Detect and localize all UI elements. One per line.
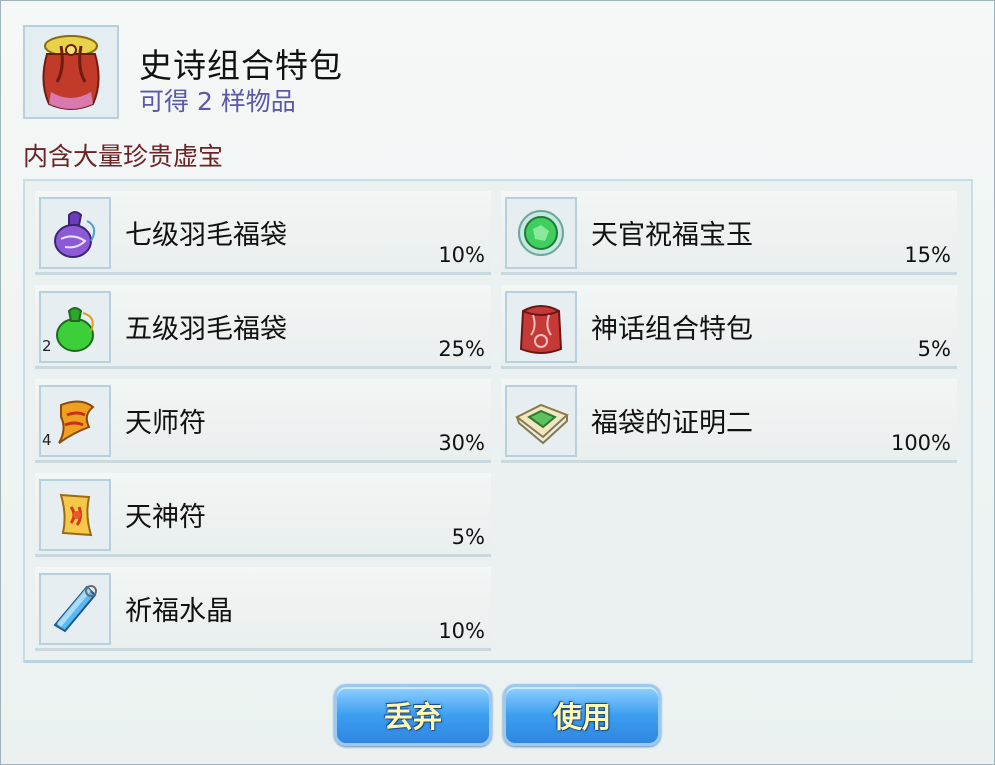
- item-icon-frame: [505, 197, 577, 269]
- item-chance: 30%: [438, 431, 485, 455]
- item-name: 福袋的证明二: [591, 408, 753, 439]
- green-pouch-icon: [56, 307, 94, 352]
- red-gold-sack-icon: [42, 35, 100, 110]
- item-name: 祈福水晶: [125, 596, 233, 627]
- package-subtitle: 可得 2 样物品: [139, 87, 296, 116]
- list-item[interactable]: 4 天师符 30%: [35, 379, 491, 463]
- item-name: 天神符: [125, 502, 206, 533]
- contents-panel: 七级羽毛福袋 10% 天官祝福宝玉 15% 2 五级羽毛福袋 25% 神话组合特…: [23, 179, 973, 663]
- red-sack-icon: [519, 305, 563, 354]
- list-item[interactable]: 福袋的证明二 100%: [501, 379, 957, 463]
- list-item[interactable]: 祈福水晶 10%: [35, 567, 491, 651]
- green-certificate-icon: [515, 403, 569, 445]
- package-description: 内含大量珍贵虚宝: [23, 142, 224, 171]
- item-name: 神话组合特包: [591, 314, 753, 345]
- use-button[interactable]: 使用: [503, 684, 661, 746]
- item-icon-frame: [505, 291, 577, 363]
- item-chance: 5%: [451, 525, 485, 549]
- list-item[interactable]: 神话组合特包 5%: [501, 285, 957, 369]
- list-item[interactable]: 2 五级羽毛福袋 25%: [35, 285, 491, 369]
- package-icon-frame: [23, 25, 119, 119]
- item-quantity: 4: [42, 431, 52, 449]
- list-item[interactable]: 七级羽毛福袋 10%: [35, 191, 491, 275]
- item-chance: 25%: [438, 337, 485, 361]
- item-icon-frame: [39, 573, 111, 645]
- item-icon-frame: [39, 197, 111, 269]
- item-chance: 10%: [438, 619, 485, 643]
- discard-button[interactable]: 丢弃: [334, 684, 492, 746]
- package-title: 史诗组合特包: [139, 46, 343, 85]
- item-chance: 100%: [890, 431, 951, 455]
- item-icon-frame: [39, 479, 111, 551]
- item-name: 五级羽毛福袋: [125, 314, 287, 345]
- purple-pouch-icon: [54, 211, 96, 258]
- item-chance: 5%: [917, 337, 951, 361]
- item-chance: 15%: [904, 243, 951, 267]
- red-scroll-icon: [59, 493, 93, 537]
- item-name: 天师符: [125, 408, 206, 439]
- orange-talisman-icon: [58, 400, 95, 444]
- list-item[interactable]: 天官祝福宝玉 15%: [501, 191, 957, 275]
- green-jade-orb-icon: [518, 210, 564, 256]
- item-chance: 10%: [438, 243, 485, 267]
- list-item[interactable]: 天神符 5%: [35, 473, 491, 557]
- item-icon-frame: [505, 385, 577, 457]
- item-quantity: 2: [42, 337, 52, 355]
- item-window: 史诗组合特包 可得 2 样物品 内含大量珍贵虚宝 七级羽毛福袋 10% 天官祝福…: [0, 0, 995, 765]
- blue-crystal-icon: [53, 585, 97, 633]
- item-name: 天官祝福宝玉: [591, 220, 753, 251]
- item-name: 七级羽毛福袋: [125, 220, 287, 251]
